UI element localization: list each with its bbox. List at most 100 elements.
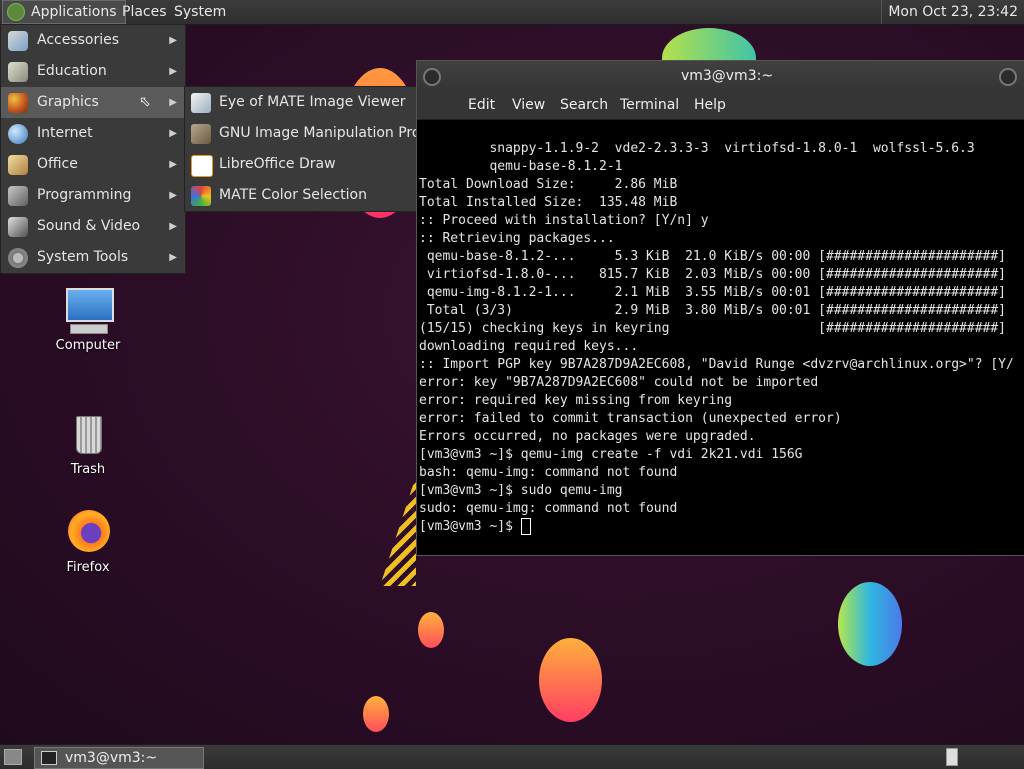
terminal-line: snappy-1.1.9-2 vde2-2.3.3-3 virtiofsd-1.… [419,141,975,156]
accessories-icon [8,31,28,51]
terminal-line: Errors occurred, no packages were upgrad… [419,429,756,444]
graphics-icon [8,93,28,113]
desktop-icon-label: Firefox [66,560,110,575]
terminal-line: sudo: qemu-img: command not found [419,501,678,516]
internet-icon [8,124,28,144]
terminal-line: [vm3@vm3 ~]$ qemu-img create -f vdi 2k21… [419,447,803,462]
color-selection-icon [191,186,211,206]
menu-item-label: Graphics [37,94,99,110]
show-desktop-icon[interactable] [4,749,22,765]
terminal-output[interactable]: snappy-1.1.9-2 vde2-2.3.3-3 virtiofsd-1.… [417,120,1024,552]
system-tools-icon [8,248,28,268]
menu-view[interactable]: View [512,91,545,119]
submenu-arrow-icon: ▶ [169,252,177,263]
terminal-line: qemu-img-8.1.2-1... 2.1 MiB 3.55 MiB/s 0… [419,285,1006,300]
sound-video-icon [8,217,28,237]
programming-icon [8,186,28,206]
menu-item-label: Internet [37,125,93,141]
desktop-icon-trash[interactable]: Trash [38,410,138,477]
menu-item-programming[interactable]: Programming ▶ [1,180,185,211]
office-icon [8,155,28,175]
minimize-icon[interactable] [999,68,1017,86]
system-menu-button[interactable]: System [168,0,232,24]
workspace-switcher[interactable] [946,748,958,766]
desktop-icon-computer[interactable]: Computer [38,286,138,353]
applications-menu-button[interactable]: Applications [2,0,126,24]
terminal-line: error: key "9B7A287D9A2EC608" could not … [419,375,819,390]
terminal-cursor [520,518,531,535]
menu-item-label: Office [37,156,78,172]
terminal-line: qemu-base-8.1.2-... 5.3 KiB 21.0 KiB/s 0… [419,249,1006,264]
terminal-window: vm3@vm3:~ Edit View Search Terminal Help… [416,60,1024,556]
submenu-arrow-icon: ▶ [169,221,177,232]
terminal-line: Total (3/3) 2.9 MiB 3.80 MiB/s 00:01 [##… [419,303,1006,318]
gimp-icon [191,124,211,144]
terminal-line: error: required key missing from keyring [419,393,733,408]
menu-item-internet[interactable]: Internet ▶ [1,118,185,149]
terminal-line: error: failed to commit transaction (une… [419,411,842,426]
submenu-arrow-icon: ▶ [169,190,177,201]
firefox-icon [64,508,112,556]
desktop-icon-firefox[interactable]: Firefox [38,508,138,575]
window-menu-icon[interactable] [423,68,441,86]
places-menu-button[interactable]: Places [116,0,173,24]
libreoffice-draw-icon [191,155,213,177]
terminal-prompt: [vm3@vm3 ~]$ [419,519,521,534]
mouse-pointer-icon: ⬁ [139,94,151,110]
education-icon [8,62,28,82]
menu-item-label: System Tools [37,249,129,265]
terminal-line: :: Proceed with installation? [Y/n] y [419,213,709,228]
submenu-item-label: LibreOffice Draw [219,156,336,172]
submenu-item-label: Eye of MATE Image Viewer [219,94,406,110]
menu-terminal[interactable]: Terminal [620,91,679,119]
decorative-blob [539,638,602,722]
terminal-prompt-line: [vm3@vm3 ~]$ [419,518,1024,536]
decorative-blob [418,612,444,648]
clock[interactable]: Mon Oct 23, 23:42 [881,0,1024,24]
terminal-line: Total Download Size: 2.86 MiB [419,177,678,192]
submenu-arrow-icon: ▶ [169,128,177,139]
submenu-item-label: MATE Color Selection [219,187,367,203]
menu-item-label: Sound & Video [37,218,141,234]
desktop-icon-label: Computer [55,338,121,353]
applications-menu: Accessories ▶ Education ▶ Graphics ⬁ ▶ I… [0,24,186,274]
menu-item-office[interactable]: Office ▶ [1,149,185,180]
menu-item-accessories[interactable]: Accessories ▶ [1,25,185,56]
taskbar-button-label: vm3@vm3:~ [65,750,158,766]
terminal-menubar: Edit View Search Terminal Help [417,91,1024,120]
terminal-line: virtiofsd-1.8.0-... 815.7 KiB 2.03 MiB/s… [419,267,1006,282]
terminal-line: (15/15) checking keys in keyring [######… [419,321,1006,336]
terminal-icon [41,751,57,765]
decorative-blob [363,696,389,732]
submenu-arrow-icon: ▶ [169,66,177,77]
top-panel: Applications Places System Mon Oct 23, 2… [0,0,1024,25]
applications-label: Applications [31,4,117,20]
terminal-line: bash: qemu-img: command not found [419,465,678,480]
bottom-panel: vm3@vm3:~ [0,744,1024,769]
menu-item-label: Programming [37,187,132,203]
menu-edit[interactable]: Edit [468,91,495,119]
menu-item-sound-video[interactable]: Sound & Video ▶ [1,211,185,242]
computer-icon [64,286,114,334]
terminal-line: :: Retrieving packages... [419,231,615,246]
decorative-blob [838,582,902,666]
submenu-arrow-icon: ▶ [169,159,177,170]
menu-item-graphics[interactable]: Graphics ⬁ ▶ [1,87,185,118]
taskbar-button-terminal[interactable]: vm3@vm3:~ [34,747,204,769]
menu-item-education[interactable]: Education ▶ [1,56,185,87]
trash-icon [64,410,112,458]
terminal-line: downloading required keys... [419,339,639,354]
menu-search[interactable]: Search [560,91,608,119]
menu-item-label: Accessories [37,32,120,48]
menu-item-system-tools[interactable]: System Tools ▶ [1,242,185,273]
menu-help[interactable]: Help [694,91,726,119]
submenu-arrow-icon: ▶ [169,35,177,46]
image-viewer-icon [191,93,211,113]
menu-item-label: Education [37,63,107,79]
desktop-icon-label: Trash [70,462,106,477]
terminal-line: qemu-base-8.1.2-1 [419,159,623,174]
submenu-arrow-icon: ▶ [169,97,177,108]
terminal-titlebar[interactable]: vm3@vm3:~ [417,61,1024,91]
terminal-line: Total Installed Size: 135.48 MiB [419,195,678,210]
terminal-line: :: Import PGP key 9B7A287D9A2EC608, "Dav… [419,357,1014,372]
